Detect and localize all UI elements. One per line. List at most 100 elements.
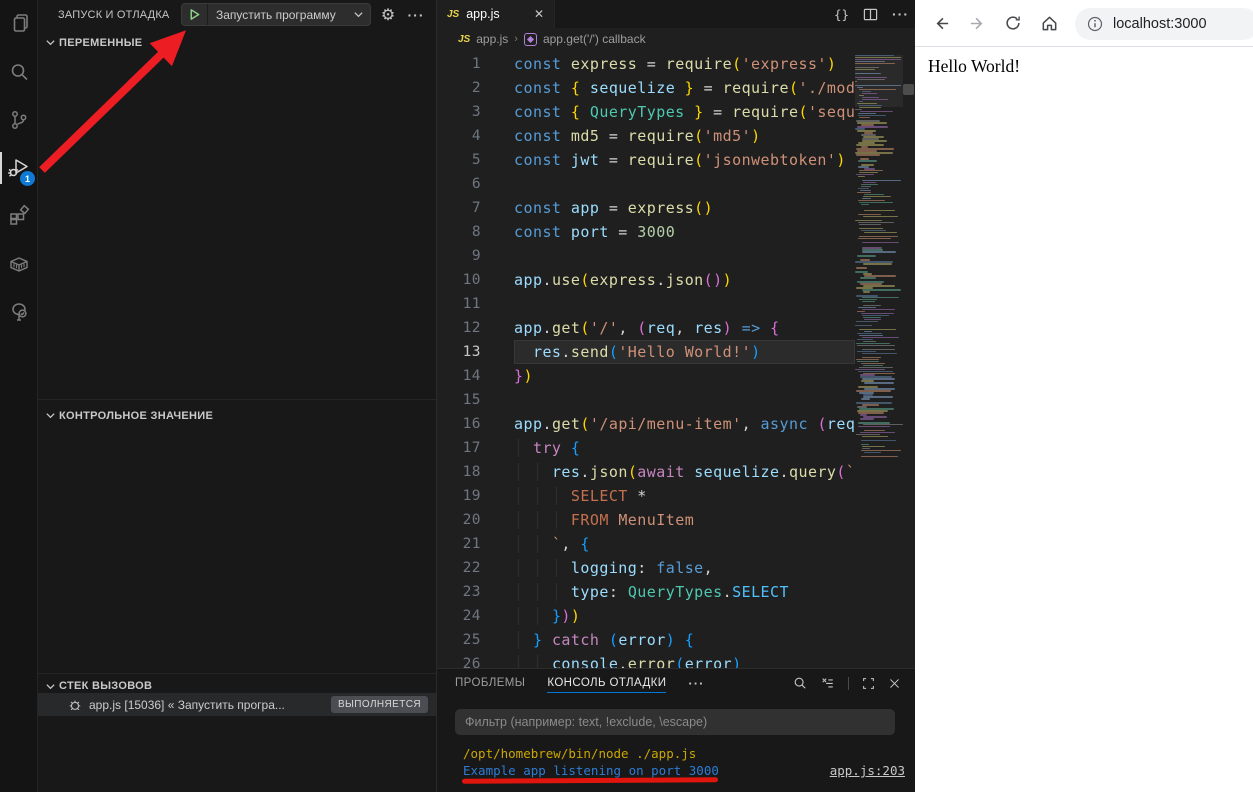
- clear-console-icon[interactable]: [820, 676, 835, 690]
- split-editor-icon[interactable]: [863, 7, 878, 22]
- start-debugging-button[interactable]: [182, 4, 208, 25]
- breadcrumb[interactable]: JS app.js › app.get('/') callback: [437, 28, 915, 50]
- code-line[interactable]: 25│ } catch (error) {: [437, 628, 855, 652]
- code-line[interactable]: 1const express = require('express'): [437, 52, 855, 76]
- url-text[interactable]: localhost:3000: [1113, 16, 1207, 32]
- code-line[interactable]: 3const { QueryTypes } = require('sequeli…: [437, 100, 855, 124]
- watch-section-header[interactable]: КОНТРОЛЬНОЕ ЗНАЧЕНИЕ: [38, 399, 436, 425]
- debug-console-filter-input[interactable]: [455, 709, 895, 735]
- panel-more-tabs-icon[interactable]: ···: [688, 676, 704, 691]
- gear-icon[interactable]: ⚙: [376, 3, 400, 26]
- breadcrumb-separator: ›: [514, 33, 518, 45]
- debug-console-output[interactable]: /opt/homebrew/bin/node ./app.jsExample a…: [463, 745, 905, 779]
- debug-badge: 1: [20, 171, 35, 186]
- divider: [848, 677, 849, 690]
- code-line[interactable]: 16app.get('/api/menu-item', async (req, …: [437, 412, 855, 436]
- browser-page: Hello World!: [915, 47, 1253, 792]
- run-and-debug-icon[interactable]: 1: [0, 144, 38, 192]
- tab-debug-console[interactable]: КОНСОЛЬ ОТЛАДКИ: [547, 669, 666, 697]
- search-icon[interactable]: [0, 48, 38, 96]
- bottom-panel: ПРОБЛЕМЫ КОНСОЛЬ ОТЛАДКИ ··· /opt/homebr…: [437, 668, 915, 792]
- source-control-icon[interactable]: [0, 96, 38, 144]
- running-status-badge: ВЫПОЛНЯЕТСЯ: [331, 696, 428, 713]
- code-area[interactable]: 1const express = require('express')2cons…: [437, 50, 915, 668]
- code-line[interactable]: 15: [437, 388, 855, 412]
- brackets-icon[interactable]: {}: [834, 7, 849, 22]
- code-line[interactable]: 21│ │ `, {: [437, 532, 855, 556]
- chevron-down-icon: [45, 37, 56, 48]
- javascript-file-icon: JS: [447, 9, 459, 20]
- maximize-panel-icon[interactable]: [862, 677, 875, 690]
- code-lines[interactable]: 1const express = require('express')2cons…: [437, 52, 855, 668]
- run-config-label: Запустить программу: [208, 8, 346, 22]
- code-line[interactable]: 9: [437, 244, 855, 268]
- extensions-icon[interactable]: [0, 192, 38, 240]
- code-line[interactable]: 6: [437, 172, 855, 196]
- panel-tabs: ПРОБЛЕМЫ КОНСОЛЬ ОТЛАДКИ ···: [455, 669, 704, 697]
- home-icon[interactable]: [1039, 13, 1059, 33]
- code-line[interactable]: 19│ │ │ SELECT *: [437, 484, 855, 508]
- code-line[interactable]: 10app.use(express.json()): [437, 268, 855, 292]
- code-line[interactable]: 24│ │ })): [437, 604, 855, 628]
- site-info-icon[interactable]: [1087, 16, 1103, 32]
- code-line[interactable]: 17│ try {: [437, 436, 855, 460]
- tab-label: app.js: [466, 7, 527, 21]
- code-line[interactable]: 7const app = express(): [437, 196, 855, 220]
- code-line[interactable]: 20│ │ │ FROM MenuItem: [437, 508, 855, 532]
- tab-problems[interactable]: ПРОБЛЕМЫ: [455, 669, 525, 697]
- sidebar-title: ЗАПУСК И ОТЛАДКА: [58, 9, 169, 21]
- files-icon-svg: [7, 12, 31, 36]
- breadcrumb-file[interactable]: app.js: [476, 32, 508, 46]
- javascript-file-icon: JS: [458, 34, 470, 45]
- tab-app-js[interactable]: JS app.js ✕: [437, 0, 555, 28]
- code-line[interactable]: 12app.get('/', (req, res) => {: [437, 316, 855, 340]
- chevron-down-icon: [45, 410, 56, 421]
- console-output-text: Example app listening on port 3000: [463, 762, 719, 779]
- container-icon[interactable]: [0, 240, 38, 288]
- activity-bar: 1: [0, 0, 38, 792]
- code-line[interactable]: 5const jwt = require('jsonwebtoken'): [437, 148, 855, 172]
- variables-section-header[interactable]: ПЕРЕМЕННЫЕ: [38, 33, 436, 52]
- callstack-section-header[interactable]: СТЕК ВЫЗОВОВ: [38, 673, 436, 695]
- callstack-section-label: СТЕК ВЫЗОВОВ: [59, 680, 152, 692]
- page-hello-world-text: Hello World!: [928, 56, 1253, 77]
- editor-group: JS app.js ✕ {} ··· JS app.js › app.get('…: [437, 0, 915, 668]
- watch-section-label: КОНТРОЛЬНОЕ ЗНАЧЕНИЕ: [59, 410, 213, 422]
- more-actions-icon[interactable]: ···: [404, 3, 428, 26]
- close-panel-icon[interactable]: [888, 677, 901, 690]
- editor-scrollbar[interactable]: [903, 84, 914, 95]
- back-icon[interactable]: [931, 13, 951, 33]
- todo-tree-icon[interactable]: [0, 288, 38, 336]
- run-debug-sidebar: ЗАПУСК И ОТЛАДКА Запустить программу ⚙ ·…: [38, 0, 437, 792]
- chevron-down-icon: [346, 9, 370, 20]
- close-tab-icon[interactable]: ✕: [534, 7, 544, 21]
- forward-icon[interactable]: [967, 13, 987, 33]
- console-source-link[interactable]: app.js:203: [830, 762, 905, 779]
- editor-more-actions-icon[interactable]: ···: [892, 3, 909, 26]
- callstack-session-label: app.js [15036] « Запустить програ...: [89, 698, 324, 712]
- search-icon[interactable]: [793, 676, 807, 690]
- play-icon: [188, 8, 201, 21]
- code-line[interactable]: 18│ │ res.json(await sequelize.query(`: [437, 460, 855, 484]
- console-output-row: /opt/homebrew/bin/node ./app.js: [463, 745, 905, 762]
- callstack-session-row[interactable]: app.js [15036] « Запустить програ... ВЫП…: [38, 693, 436, 716]
- address-bar[interactable]: localhost:3000: [1075, 8, 1253, 40]
- code-line[interactable]: 13│ res.send('Hello World!'): [437, 340, 855, 364]
- code-line[interactable]: 4const md5 = require('md5'): [437, 124, 855, 148]
- reload-icon[interactable]: [1003, 13, 1023, 33]
- code-line[interactable]: 22│ │ │ logging: false,: [437, 556, 855, 580]
- code-line[interactable]: 26│ │ console.error(error): [437, 652, 855, 668]
- chevron-down-icon: [45, 681, 56, 692]
- code-line[interactable]: 23│ │ │ type: QueryTypes.SELECT: [437, 580, 855, 604]
- files-icon[interactable]: [0, 0, 38, 48]
- console-output-text: /opt/homebrew/bin/node ./app.js: [463, 745, 696, 762]
- symbol-method-icon: [524, 33, 537, 46]
- code-line[interactable]: 8const port = 3000: [437, 220, 855, 244]
- minimap[interactable]: [855, 55, 903, 458]
- run-config-dropdown[interactable]: Запустить программу: [181, 3, 371, 26]
- code-line[interactable]: 2const { sequelize } = require('./models…: [437, 76, 855, 100]
- breadcrumb-symbol[interactable]: app.get('/') callback: [543, 32, 646, 46]
- code-line[interactable]: 14}): [437, 364, 855, 388]
- code-line[interactable]: 11: [437, 292, 855, 316]
- panel-actions: [793, 669, 901, 697]
